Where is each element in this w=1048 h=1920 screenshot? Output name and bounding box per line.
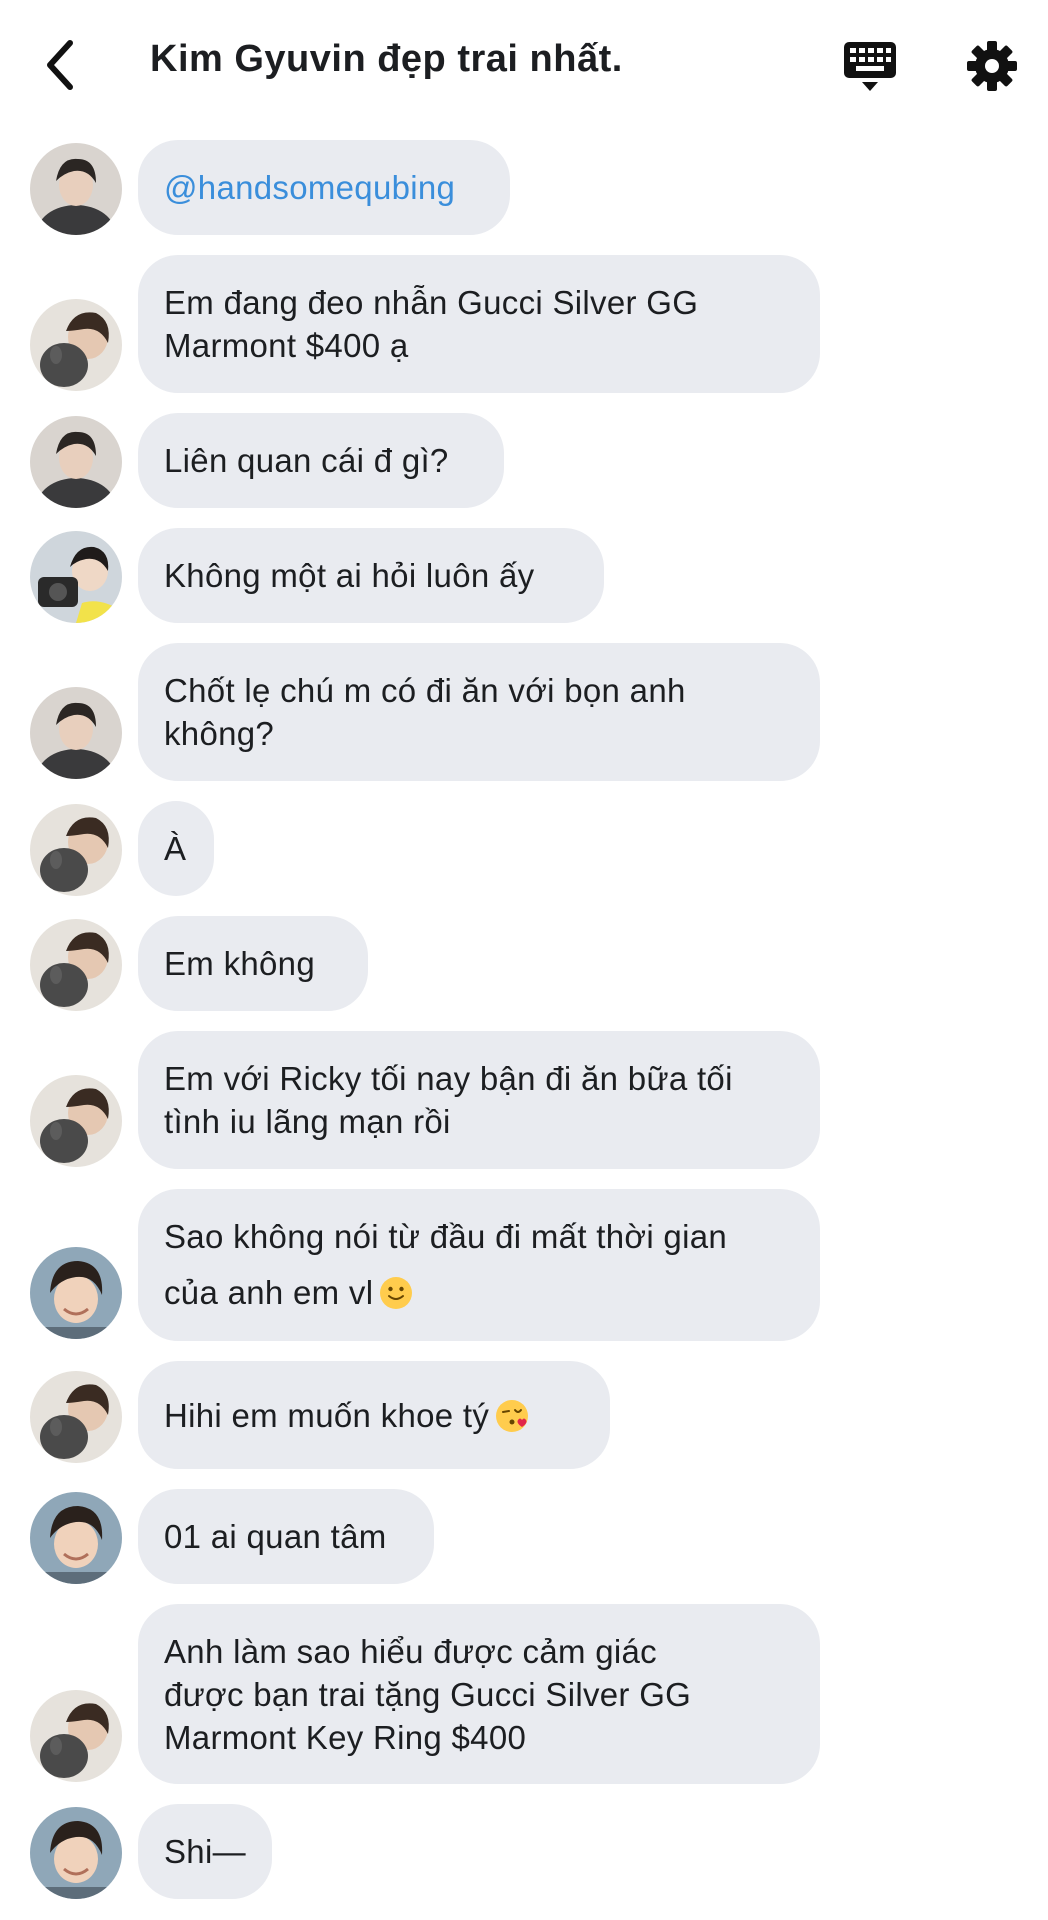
avatar[interactable] bbox=[30, 416, 122, 508]
message-text: Hihi em muốn khoe tý bbox=[164, 1394, 529, 1437]
message-bubble[interactable]: Shi— bbox=[138, 1804, 272, 1899]
message-bubble[interactable]: @handsomequbing bbox=[138, 140, 510, 235]
message-row: 01 ai quan tâm bbox=[0, 1489, 1048, 1584]
avatar[interactable] bbox=[30, 1690, 122, 1782]
avatar[interactable] bbox=[30, 919, 122, 1011]
message-row: Liên quan cái đ gì? bbox=[0, 413, 1048, 508]
message-row: Hihi em muốn khoe tý bbox=[0, 1361, 1048, 1469]
message-text: À bbox=[164, 830, 187, 867]
avatar[interactable] bbox=[30, 1247, 122, 1339]
avatar[interactable] bbox=[30, 1807, 122, 1899]
message-bubble[interactable]: Liên quan cái đ gì? bbox=[138, 413, 504, 508]
message-text: Anh làm sao hiểu được cảm giác được bạn … bbox=[164, 1632, 692, 1756]
message-bubble[interactable]: 01 ai quan tâm bbox=[138, 1489, 434, 1584]
message-text: Shi— bbox=[164, 1833, 246, 1870]
avatar[interactable] bbox=[30, 687, 122, 779]
slightly-smiling-face-icon bbox=[380, 1277, 413, 1309]
avatar[interactable] bbox=[30, 531, 122, 623]
message-bubble[interactable]: Sao không nói từ đầu đi mất thời gian củ… bbox=[138, 1189, 820, 1341]
message-row: Anh làm sao hiểu được cảm giác được bạn … bbox=[0, 1604, 1048, 1784]
avatar[interactable] bbox=[30, 1075, 122, 1167]
message-row: Em không bbox=[0, 916, 1048, 1011]
message-row: À bbox=[0, 801, 1048, 896]
avatar[interactable] bbox=[30, 1371, 122, 1463]
message-list[interactable]: @handsomequbing Em đang đeo nhẫn Gucci S… bbox=[0, 0, 1048, 1920]
message-row: Em với Ricky tối nay bận đi ăn bữa tối t… bbox=[0, 1031, 1048, 1169]
message-text: Không một ai hỏi luôn ấy bbox=[164, 557, 535, 594]
message-text: Em đang đeo nhẫn Gucci Silver GG Marmont… bbox=[164, 284, 699, 364]
avatar[interactable] bbox=[30, 299, 122, 391]
mention-link[interactable]: @handsomequbing bbox=[164, 166, 455, 209]
message-bubble[interactable]: Em đang đeo nhẫn Gucci Silver GG Marmont… bbox=[138, 255, 820, 393]
message-bubble[interactable]: À bbox=[138, 801, 214, 896]
message-bubble[interactable]: Chốt lẹ chú m có đi ăn với bọn anh không… bbox=[138, 643, 820, 781]
message-row: Shi— bbox=[0, 1804, 1048, 1899]
message-row: Chốt lẹ chú m có đi ăn với bọn anh không… bbox=[0, 643, 1048, 781]
avatar[interactable] bbox=[30, 143, 122, 235]
message-row: Sao không nói từ đầu đi mất thời gian củ… bbox=[0, 1189, 1048, 1341]
message-row: @handsomequbing bbox=[0, 140, 1048, 235]
message-text: Sao không nói từ đầu đi mất thời gian củ… bbox=[164, 1218, 728, 1311]
message-bubble[interactable]: Em với Ricky tối nay bận đi ăn bữa tối t… bbox=[138, 1031, 820, 1169]
message-text: 01 ai quan tâm bbox=[164, 1518, 387, 1555]
message-bubble[interactable]: Anh làm sao hiểu được cảm giác được bạn … bbox=[138, 1604, 820, 1784]
message-bubble[interactable]: Không một ai hỏi luôn ấy bbox=[138, 528, 604, 623]
face-blowing-kiss-icon bbox=[496, 1399, 529, 1432]
message-bubble[interactable]: Hihi em muốn khoe tý bbox=[138, 1361, 610, 1469]
message-row: Em đang đeo nhẫn Gucci Silver GG Marmont… bbox=[0, 255, 1048, 393]
message-text: Em với Ricky tối nay bận đi ăn bữa tối t… bbox=[164, 1060, 733, 1140]
message-row: Không một ai hỏi luôn ấy bbox=[0, 528, 1048, 623]
avatar[interactable] bbox=[30, 804, 122, 896]
message-bubble[interactable]: Em không bbox=[138, 916, 368, 1011]
avatar[interactable] bbox=[30, 1492, 122, 1584]
message-text: Chốt lẹ chú m có đi ăn với bọn anh không… bbox=[164, 672, 686, 752]
message-text: Em không bbox=[164, 945, 315, 982]
message-text: Liên quan cái đ gì? bbox=[164, 442, 449, 479]
